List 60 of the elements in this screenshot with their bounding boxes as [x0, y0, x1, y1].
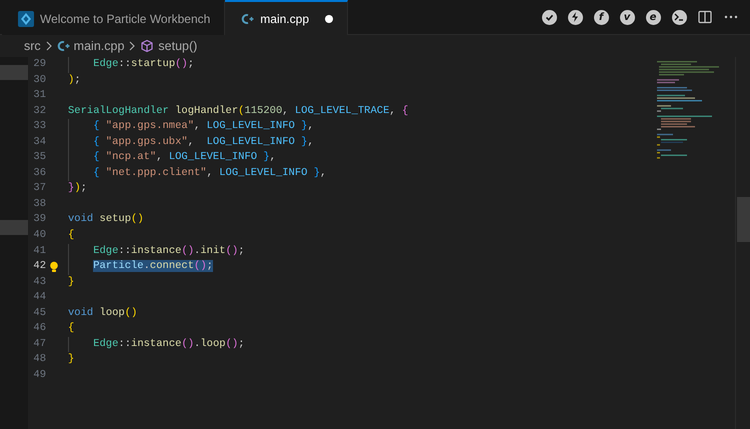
- line-number: 37: [33, 181, 46, 196]
- line-number: 33: [33, 119, 46, 134]
- code-line: void loop(): [68, 306, 138, 321]
- code-line: {: [68, 321, 74, 336]
- line-number: 35: [33, 150, 46, 166]
- code-line: SerialLogHandler logHandler(115200, LOG_LEVEL_TRACE, {: [68, 104, 408, 119]
- particle-logo-icon: [18, 10, 34, 26]
- code-line: }: [68, 274, 74, 290]
- chevron-icon: [128, 41, 136, 51]
- code-line: Edge::instance().init();: [93, 244, 244, 259]
- terminal-icon[interactable]: [672, 10, 686, 24]
- lightning-icon[interactable]: [568, 10, 582, 24]
- line-number: 40: [33, 228, 46, 244]
- gutter-marker: [0, 220, 28, 235]
- line-number: 47: [33, 336, 46, 352]
- line-number: 31: [33, 88, 46, 104]
- line-number: 46: [33, 321, 46, 336]
- editor-tab[interactable]: Welcome to Particle Workbench: [2, 0, 226, 35]
- code-line: }: [68, 352, 74, 368]
- cube-icon: [140, 39, 154, 53]
- code-line: { "net.ppp.client", LOG_LEVEL_INFO },: [93, 166, 326, 181]
- code-line: {: [68, 228, 74, 244]
- gutter-marker: [0, 65, 28, 80]
- split-editor-icon[interactable]: [696, 8, 714, 26]
- line-number: 41: [33, 244, 46, 259]
- code-line: { "ncp.at", LOG_LEVEL_INFO },: [93, 150, 276, 166]
- cpp-file-icon: [56, 40, 70, 52]
- line-number: 34: [33, 134, 46, 150]
- chevron-icon: [44, 41, 53, 51]
- line-number: 39: [33, 212, 46, 228]
- line-number: 30: [33, 72, 46, 88]
- line-number: 42: [33, 259, 46, 274]
- letter-button[interactable]: e: [646, 10, 660, 24]
- lightbulb-icon[interactable]: [48, 261, 60, 274]
- line-number: 45: [33, 306, 46, 321]
- scrollbar-thumb[interactable]: [737, 197, 750, 242]
- code-line: });: [68, 181, 87, 196]
- cpp-file-icon: [241, 12, 254, 24]
- code-line: void setup(): [68, 212, 144, 228]
- code-line: );: [68, 72, 81, 88]
- breadcrumb-item[interactable]: main.cpp: [56, 39, 124, 53]
- editor-tab[interactable]: main.cpp: [225, 0, 348, 35]
- code-line: { "app.gps.ubx", LOG_LEVEL_INFO },: [93, 134, 314, 150]
- line-number: 36: [33, 166, 46, 181]
- unsaved-dot-icon: [325, 14, 333, 22]
- line-number: 32: [33, 104, 46, 119]
- line-number: 38: [33, 196, 46, 212]
- line-number: 29: [33, 57, 46, 72]
- line-number: 44: [33, 290, 46, 306]
- code-line: { "app.gps.nmea", LOG_LEVEL_INFO },: [93, 119, 314, 134]
- line-number: 49: [33, 368, 46, 383]
- code-line: Edge::instance().loop();: [93, 336, 244, 352]
- line-number: 48: [33, 352, 46, 368]
- code-line: Edge::startup();: [93, 57, 194, 72]
- letter-button[interactable]: f: [594, 10, 608, 24]
- breadcrumb-item[interactable]: setup(): [140, 39, 198, 53]
- letter-button[interactable]: v: [620, 10, 634, 24]
- breadcrumb-item[interactable]: src: [24, 39, 41, 53]
- line-number: 43: [33, 274, 46, 290]
- check-icon[interactable]: [542, 10, 556, 24]
